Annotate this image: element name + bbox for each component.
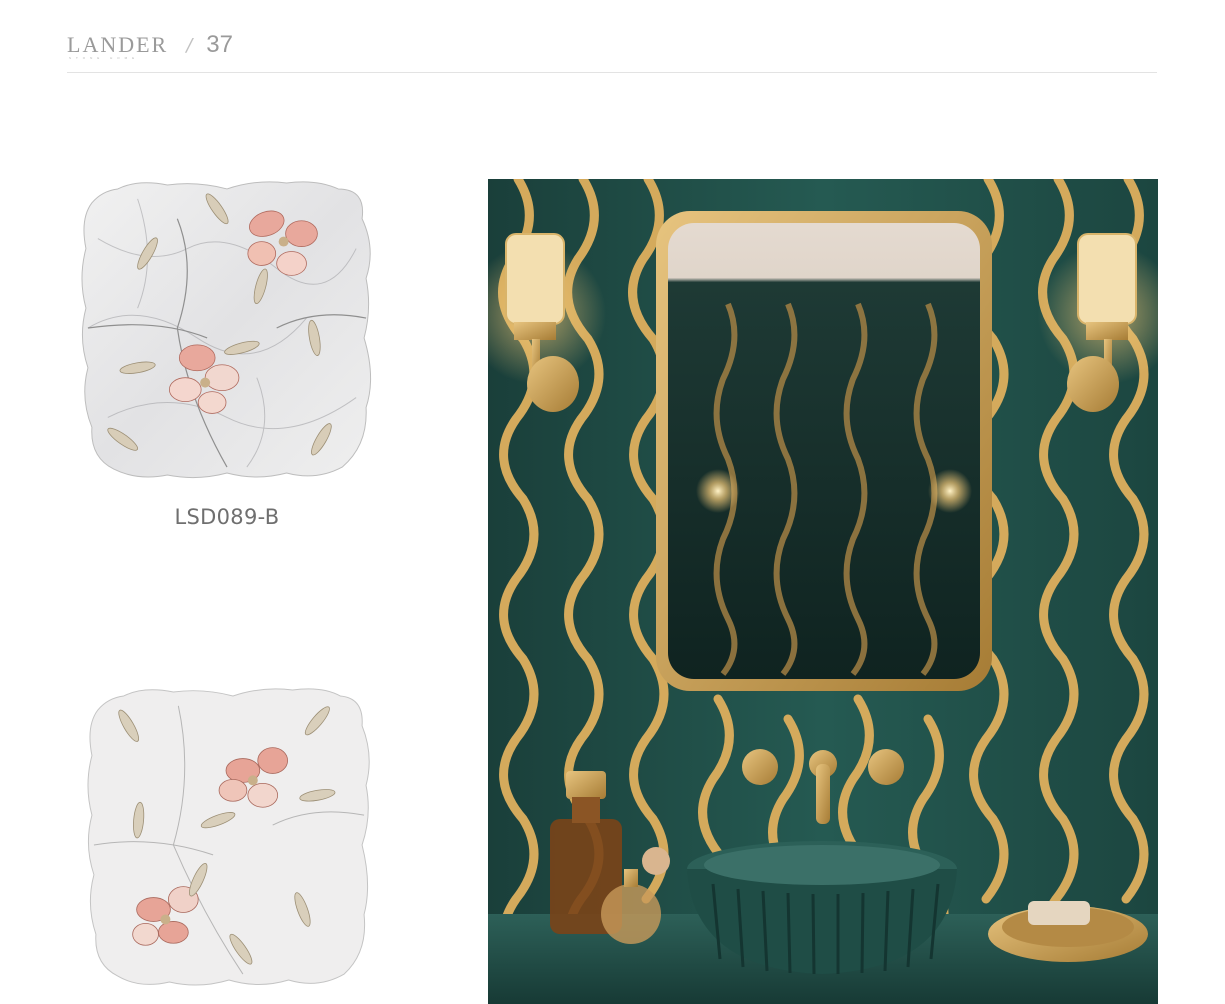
page-number: 37 bbox=[206, 31, 233, 58]
brand-name: LANDER bbox=[67, 32, 169, 57]
product-tile-image bbox=[81, 181, 372, 479]
product-code: LSD089-B bbox=[174, 505, 280, 529]
brand-logo: LANDER STONE HOME bbox=[67, 32, 169, 60]
header-divider bbox=[67, 72, 1157, 73]
bathroom-scene-photo bbox=[488, 179, 1158, 1004]
product-tile-image bbox=[87, 688, 370, 986]
header-separator: / bbox=[186, 34, 193, 56]
page-header: LANDER STONE HOME / 37 bbox=[67, 30, 233, 60]
brand-tagline: STONE HOME bbox=[69, 56, 140, 60]
